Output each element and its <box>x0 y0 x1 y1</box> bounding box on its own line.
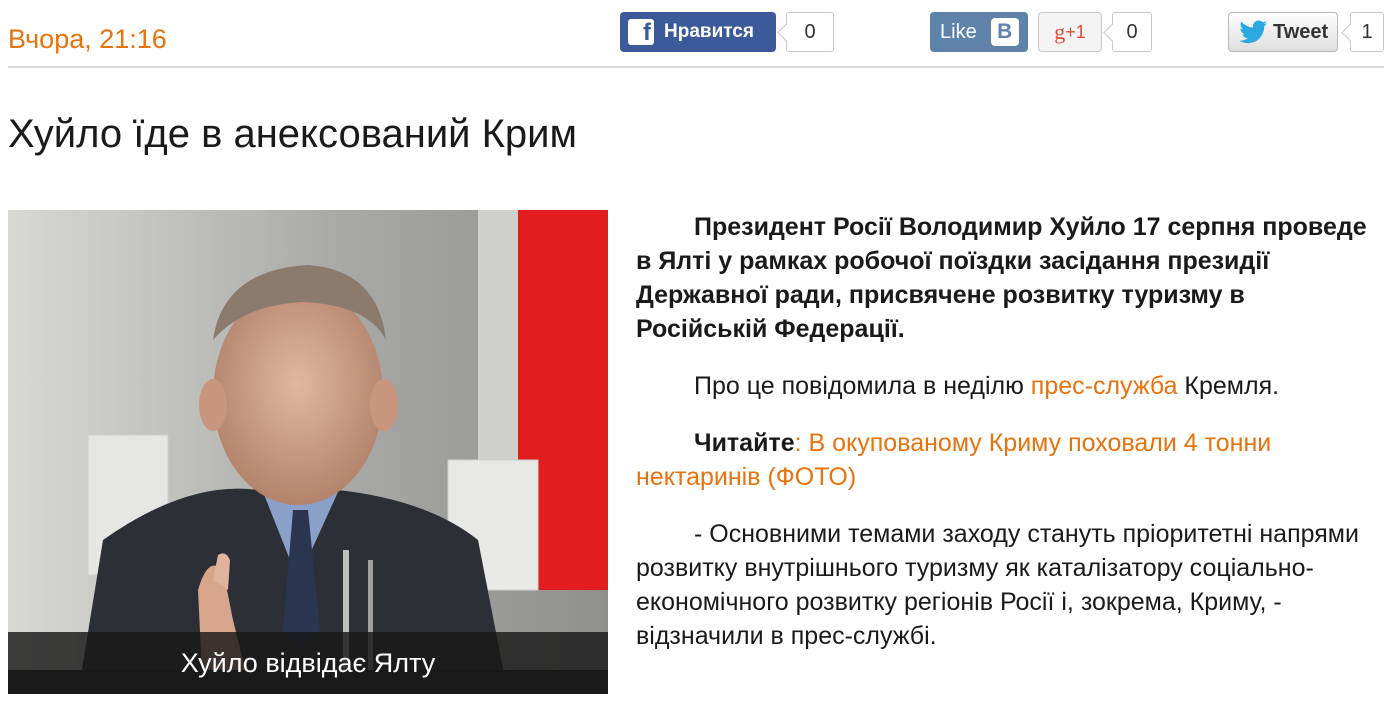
google-plus-label: +1 <box>1065 21 1086 42</box>
vk-like-button[interactable]: Like B <box>930 12 1028 52</box>
tweet-count: 1 <box>1350 12 1384 52</box>
google-plus-count: 0 <box>1112 12 1152 52</box>
article-photo: Хуйло відвідає Ялту <box>8 210 608 694</box>
facebook-icon: f <box>628 19 654 45</box>
article-lead: Президент Росії Володимир Хуйло 17 серпн… <box>636 213 1367 343</box>
facebook-like-count: 0 <box>786 12 834 52</box>
google-plus-icon: g <box>1054 19 1066 44</box>
read-also-label: Читайте <box>694 429 795 457</box>
article-paragraph: - Основними темами заходу стануть пріори… <box>636 520 1359 650</box>
facebook-like-label: Нравится <box>664 21 754 42</box>
press-service-link[interactable]: прес-служба <box>1031 372 1178 400</box>
google-plus-button[interactable]: g +1 <box>1038 12 1102 52</box>
share-bar: f Нравится 0 Like B g +1 0 Tweet 1 <box>0 12 1394 52</box>
article-paragraph: Про це повідомила в неділю прес-служба К… <box>636 369 1376 403</box>
article-title: Хуйло їде в анексований Крим <box>8 112 578 156</box>
photo-caption: Хуйло відвідає Ялту <box>8 632 608 694</box>
twitter-bird-icon <box>1239 20 1267 44</box>
facebook-like-button[interactable]: f Нравится <box>620 12 776 52</box>
read-also: Читайте: В окупованому Криму поховали 4 … <box>636 426 1376 494</box>
vk-like-label: Like <box>940 20 977 43</box>
paragraph-text: Про це повідомила в неділю <box>694 372 1031 400</box>
paragraph-text: Кремля. <box>1177 372 1280 400</box>
tweet-label: Tweet <box>1273 20 1329 43</box>
article-photo-image <box>8 210 608 694</box>
article-body: Президент Росії Володимир Хуйло 17 серпн… <box>636 210 1376 676</box>
vk-icon: B <box>990 18 1019 46</box>
tweet-button[interactable]: Tweet <box>1228 12 1338 52</box>
read-also-separator: : <box>794 429 809 457</box>
